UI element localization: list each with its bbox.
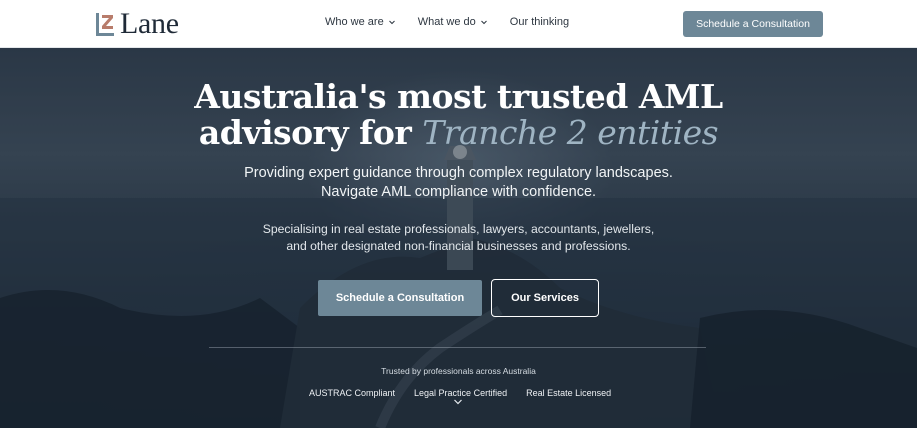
- header-schedule-consultation-button[interactable]: Schedule a Consultation: [683, 11, 823, 37]
- headline-prefix: advisory for: [198, 113, 423, 152]
- nav-item-label: What we do: [417, 16, 476, 28]
- badge-legal-practice: Legal Practice Certified: [414, 388, 508, 398]
- hero-schedule-consultation-button[interactable]: Schedule a Consultation: [318, 280, 482, 316]
- hero-headline-line-2: advisory for Tranche 2 entities: [0, 115, 917, 151]
- hero-subtitle-line-2: Navigate AML compliance with confidence.: [320, 184, 597, 200]
- hero-divider: [209, 347, 706, 348]
- our-services-button[interactable]: Our Services: [491, 279, 599, 317]
- scroll-down-chevron-icon[interactable]: [453, 398, 463, 406]
- trusted-by-text: Trusted by professionals across Australi…: [381, 366, 536, 376]
- nav-item-label: Who we are: [325, 16, 384, 28]
- nav-item-our-thinking[interactable]: Our thinking: [510, 16, 569, 28]
- nav-item-what-we-do[interactable]: What we do: [418, 16, 488, 28]
- hero-section: Australia's most trusted AML advisory fo…: [0, 48, 917, 428]
- chevron-down-icon: [388, 20, 395, 25]
- trust-badges: AUSTRAC Compliant Legal Practice Certifi…: [309, 388, 611, 398]
- badge-austrac: AUSTRAC Compliant: [309, 388, 396, 398]
- headline-accent: Tranche 2 entities: [422, 113, 719, 152]
- specialising-text-line-2: and other designated non-financial busin…: [286, 239, 631, 253]
- specialising-text-line-1: Specialising in real estate professional…: [262, 222, 655, 236]
- nav-item-label: Our thinking: [509, 16, 570, 28]
- nav-item-who-we-are[interactable]: Who we are: [325, 16, 396, 28]
- logo-mark-icon: [96, 12, 114, 36]
- badge-real-estate: Real Estate Licensed: [526, 388, 612, 398]
- hero-subtitle-line-1: Providing expert guidance through comple…: [244, 165, 673, 181]
- site-header: Lane Who we are What we do Our thinking …: [0, 0, 917, 48]
- hero-headline-line-1: Australia's most trusted AML: [194, 77, 723, 116]
- logo[interactable]: Lane: [95, 9, 179, 39]
- chevron-down-icon: [480, 20, 487, 25]
- main-nav: Who we are What we do Our thinking: [325, 16, 569, 28]
- logo-wordmark: Lane: [120, 7, 179, 40]
